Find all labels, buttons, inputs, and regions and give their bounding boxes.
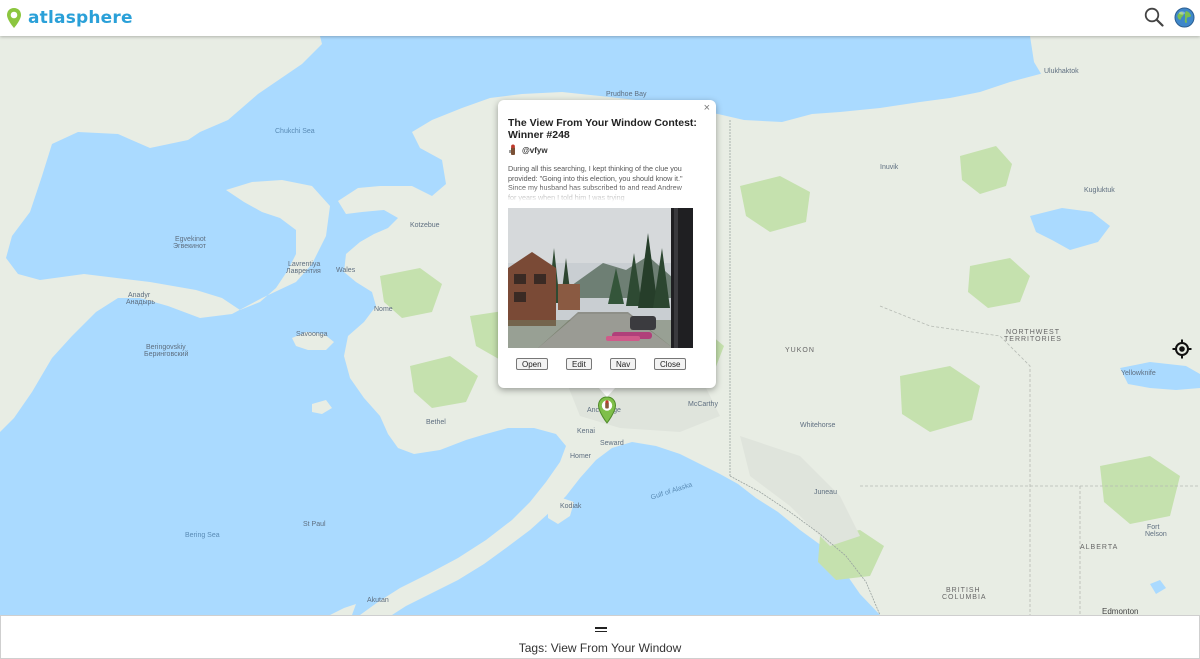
- label-nwt-line1: NORTHWEST: [1006, 329, 1060, 336]
- label-nome: Nome: [374, 306, 393, 313]
- popup-author[interactable]: @vfyw: [508, 144, 548, 156]
- post-popup: × The View From Your Window Contest: Win…: [498, 100, 716, 388]
- label-homer: Homer: [570, 453, 592, 460]
- popup-title[interactable]: The View From Your Window Contest: Winne…: [508, 117, 698, 141]
- label-edmonton: Edmonton: [1102, 607, 1139, 615]
- label-beringovskiy-line1: Beringovskiy: [146, 344, 186, 351]
- map-marker-icon[interactable]: [597, 396, 617, 424]
- label-alberta: ALBERTA: [1080, 544, 1119, 551]
- label-kodiak: Kodiak: [560, 503, 582, 510]
- label-lavrentiya-line1: Lavrentiya: [288, 261, 321, 268]
- label-whitehorse: Whitehorse: [800, 422, 836, 429]
- label-egvekinot-line2: Эгвекинот: [173, 243, 206, 250]
- label-savoonga: Savoonga: [296, 331, 328, 338]
- tags-text[interactable]: Tags: View From Your Window: [1, 641, 1199, 655]
- app-name: atlasphere: [28, 8, 133, 28]
- label-anadyr-line1: Anadyr: [128, 292, 151, 299]
- label-mccarthy: McCarthy: [688, 401, 718, 408]
- popup-tail: [598, 387, 616, 397]
- label-kenai: Kenai: [577, 428, 595, 435]
- label-st-paul: St Paul: [303, 521, 326, 528]
- label-nwt-line2: TERRITORIES: [1004, 336, 1062, 343]
- label-akutan: Akutan: [367, 597, 389, 604]
- search-icon[interactable]: [1144, 7, 1164, 27]
- author-handle: @vfyw: [522, 145, 548, 155]
- label-wales: Wales: [336, 267, 356, 274]
- label-fort-nelson-line2: Nelson: [1145, 531, 1167, 538]
- label-lavrentiya-line2: Лаврентия: [286, 268, 321, 275]
- panel-drag-handle-icon[interactable]: [595, 627, 607, 632]
- globe-icon[interactable]: [1174, 7, 1195, 28]
- label-anadyr-line2: Анадырь: [126, 299, 156, 306]
- label-yellowknife: Yellowknife: [1121, 370, 1156, 377]
- label-beringovskiy-line2: Беринговский: [144, 351, 189, 358]
- label-bering-sea: Bering Sea: [185, 532, 220, 539]
- my-location-icon[interactable]: [1172, 339, 1192, 359]
- open-button[interactable]: Open: [516, 358, 548, 370]
- top-bar: atlasphere: [0, 0, 1200, 36]
- edit-button[interactable]: Edit: [566, 358, 592, 370]
- label-egvekinot-line1: Egvekinot: [175, 236, 206, 243]
- label-fort-nelson-line1: Fort: [1147, 524, 1160, 531]
- bottom-panel: Tags: View From Your Window: [0, 615, 1200, 659]
- label-seward: Seward: [600, 440, 624, 447]
- app-logo[interactable]: atlasphere: [6, 6, 133, 30]
- logo-pin-icon: [7, 8, 21, 28]
- label-prudhoe-bay: Prudhoe Bay: [606, 91, 647, 98]
- label-juneau: Juneau: [814, 489, 837, 496]
- label-bc-line2: COLUMBIA: [942, 594, 987, 601]
- author-avatar-icon: [509, 144, 515, 155]
- label-kotzebue: Kotzebue: [410, 222, 440, 229]
- post-photo[interactable]: [508, 208, 693, 348]
- excerpt-fade: [508, 186, 698, 202]
- label-kugluktuk: Kugluktuk: [1084, 187, 1115, 194]
- label-bc-line1: BRITISH: [946, 587, 981, 594]
- popup-close-icon[interactable]: ×: [704, 102, 710, 114]
- close-button[interactable]: Close: [654, 358, 687, 370]
- label-ulukhaktok: Ulukhaktok: [1044, 68, 1079, 75]
- label-bethel: Bethel: [426, 419, 446, 426]
- label-yukon: YUKON: [785, 347, 815, 354]
- nav-button[interactable]: Nav: [610, 358, 637, 370]
- label-chukchi-sea: Chukchi Sea: [275, 128, 315, 135]
- label-inuvik: Inuvik: [880, 164, 899, 171]
